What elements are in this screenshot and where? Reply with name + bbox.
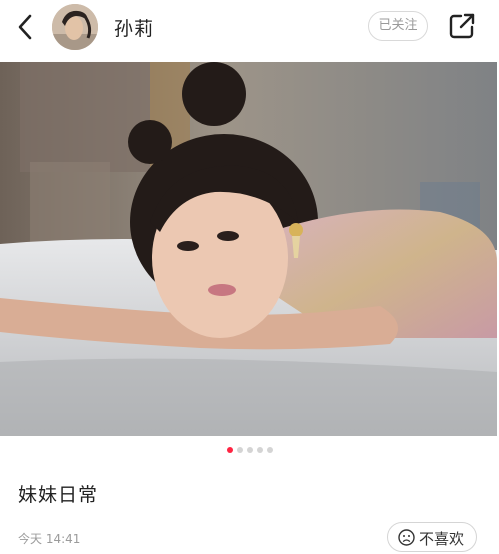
- top-bar: 孙莉 已关注: [0, 0, 499, 56]
- chevron-left-icon: [18, 14, 32, 40]
- carousel-indicator: [0, 447, 499, 457]
- carousel-dot[interactable]: [246, 447, 253, 453]
- share-button[interactable]: [448, 12, 476, 40]
- share-external-icon: [449, 13, 475, 39]
- carousel-dot[interactable]: [236, 447, 243, 453]
- carousel-dot[interactable]: [266, 447, 273, 453]
- carousel-dot[interactable]: [256, 447, 263, 453]
- avatar[interactable]: [52, 4, 98, 50]
- dislike-label: 不喜欢: [419, 530, 465, 548]
- carousel-dot[interactable]: [226, 447, 233, 453]
- post-title: 妹妹日常: [18, 484, 99, 506]
- back-button[interactable]: [12, 10, 40, 44]
- post-timestamp: 今天 14:41: [18, 532, 81, 546]
- follow-button[interactable]: 已关注: [368, 11, 428, 41]
- sad-face-icon: [398, 529, 415, 546]
- dislike-button[interactable]: 不喜欢: [387, 522, 477, 552]
- author-name[interactable]: 孙莉: [114, 14, 154, 41]
- post-photo[interactable]: [0, 62, 497, 436]
